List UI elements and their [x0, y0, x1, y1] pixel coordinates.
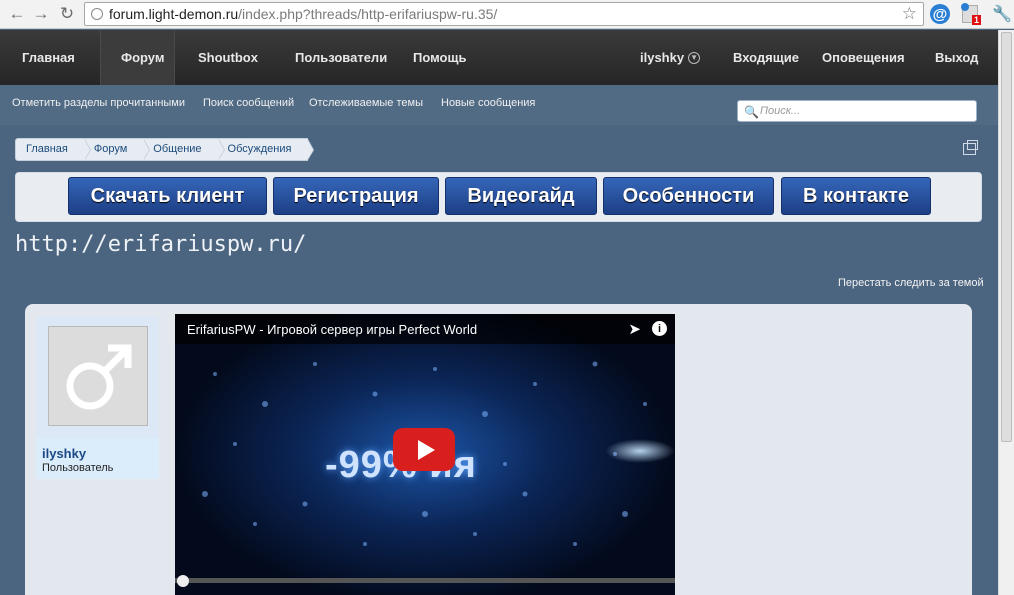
play-button[interactable] [393, 428, 455, 471]
pdf-extension-icon[interactable]: 1 [961, 3, 981, 25]
nav-item-shoutbox[interactable]: Shoutbox [178, 30, 278, 85]
user-card: ilyshky Пользователь [36, 316, 159, 479]
nav-item-home[interactable]: Главная [2, 30, 95, 85]
vkontakte-button[interactable]: В контакте [781, 177, 931, 215]
features-button[interactable]: Особенности [603, 177, 774, 215]
bookmark-star-icon[interactable]: ☆ [902, 4, 917, 24]
light-flare [605, 439, 675, 463]
share-icon[interactable]: ➤ [628, 320, 641, 338]
download-client-button[interactable]: Скачать клиент [68, 177, 267, 215]
url-host: forum.light-demon.ru [109, 6, 239, 22]
video-title[interactable]: ErifariusPW - Игровой сервер игры Perfec… [187, 322, 477, 337]
reload-icon[interactable]: ↻ [56, 3, 78, 25]
watched-threads-link[interactable]: Отслеживаемые темы [309, 97, 423, 109]
search-posts-link[interactable]: Поиск сообщений [203, 97, 294, 109]
browser-toolbar: ← → ↻ forum.light-demon.ru/index.php?thr… [0, 0, 1014, 29]
breadcrumb-home[interactable]: Главная [16, 139, 91, 160]
search-icon: 🔍 [744, 105, 759, 119]
nav-item-forum[interactable]: Форум [100, 30, 175, 85]
video-title-bar: ErifariusPW - Игровой сервер игры Perfec… [175, 314, 675, 344]
nav-item-help[interactable]: Помощь [393, 30, 486, 85]
video-progress-bar[interactable] [175, 578, 675, 583]
notification-dot-icon [961, 3, 969, 11]
embedded-video[interactable]: ErifariusPW - Игровой сервер игры Perfec… [175, 314, 675, 595]
nav-user-menu[interactable]: ilyshky ▼ [620, 30, 720, 85]
nav-username: ilyshky [640, 50, 685, 65]
male-symbol-icon [66, 344, 132, 410]
scroll-thumb[interactable] [1001, 32, 1012, 442]
video-guide-button[interactable]: Видеогайд [445, 177, 597, 215]
unwatch-thread-link[interactable]: Перестать следить за темой [838, 277, 984, 289]
nav-item-users[interactable]: Пользователи [275, 30, 407, 85]
post-author[interactable]: ilyshky [42, 446, 159, 461]
info-icon[interactable]: i [652, 321, 667, 336]
thread-title: http://erifariuspw.ru/ [15, 232, 307, 257]
video-scrubber[interactable] [177, 575, 189, 587]
wrench-menu-icon[interactable]: 🔧 [992, 4, 1012, 24]
expand-icon[interactable] [963, 140, 978, 155]
back-arrow-icon[interactable]: ← [6, 3, 28, 25]
extension-badge: 1 [971, 15, 981, 25]
breadcrumb-discussions[interactable]: Обсуждения [218, 139, 315, 160]
chevron-down-icon: ▼ [688, 51, 701, 64]
post-container: ilyshky Пользователь ErifariusPW - Игров… [25, 304, 972, 595]
site-nav-bar: Главная Форум Shoutbox Пользователи Помо… [0, 30, 998, 85]
page-scrollbar[interactable] [998, 30, 1014, 595]
forward-arrow-icon[interactable]: → [30, 3, 52, 25]
breadcrumb-general[interactable]: Общение [143, 139, 225, 160]
new-posts-link[interactable]: Новые сообщения [441, 97, 535, 109]
nav-alerts[interactable]: Оповещения [802, 30, 925, 85]
user-info: ilyshky Пользователь [36, 438, 159, 479]
mark-forums-read-link[interactable]: Отметить разделы прочитанными [12, 97, 185, 109]
breadcrumb: Главная Форум Общение Обсуждения [15, 138, 315, 161]
nav-logout[interactable]: Выход [915, 30, 998, 85]
avatar[interactable] [48, 326, 148, 426]
url-path: /index.php?threads/http-erifariuspw-ru.3… [238, 6, 498, 22]
search-input[interactable]: 🔍 Поиск... [737, 100, 977, 122]
at-sign-extension-icon[interactable]: @ [930, 4, 950, 24]
registration-button[interactable]: Регистрация [273, 177, 439, 215]
search-placeholder: Поиск... [760, 105, 801, 117]
address-bar[interactable]: forum.light-demon.ru/index.php?threads/h… [84, 2, 924, 26]
user-role: Пользователь [42, 462, 114, 474]
page-icon [91, 8, 103, 20]
breadcrumb-forum[interactable]: Форум [84, 139, 151, 160]
banner-button-bar: Скачать клиент Регистрация Видеогайд Осо… [15, 172, 982, 222]
